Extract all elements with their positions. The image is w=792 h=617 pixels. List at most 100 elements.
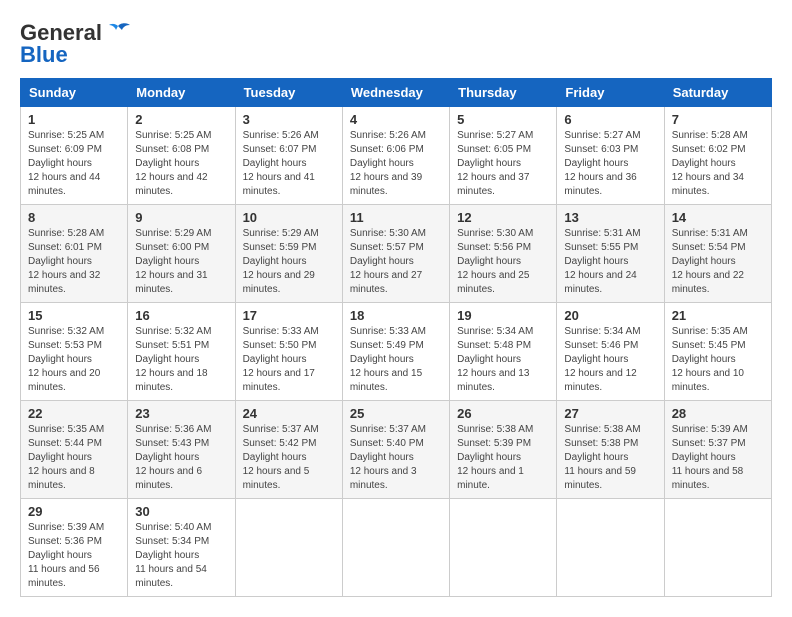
- logo-blue: Blue: [20, 42, 68, 68]
- day-number: 11: [350, 210, 442, 225]
- day-number: 3: [243, 112, 335, 127]
- day-info: Sunrise: 5:37 AMSunset: 5:40 PMDaylight …: [350, 423, 442, 493]
- calendar-cell: 15 Sunrise: 5:32 AMSunset: 5:53 PMDayligh…: [21, 303, 128, 401]
- col-header-friday: Friday: [557, 79, 664, 107]
- day-number: 14: [672, 210, 764, 225]
- day-number: 19: [457, 308, 549, 323]
- day-info: Sunrise: 5:27 AMSunset: 6:03 PMDaylight …: [564, 129, 656, 199]
- day-info: Sunrise: 5:36 AMSunset: 5:43 PMDaylight …: [135, 423, 227, 493]
- calendar-cell: 19 Sunrise: 5:34 AMSunset: 5:48 PMDayligh…: [450, 303, 557, 401]
- day-info: Sunrise: 5:28 AMSunset: 6:02 PMDaylight …: [672, 129, 764, 199]
- calendar-cell: 28 Sunrise: 5:39 AMSunset: 5:37 PMDayligh…: [664, 401, 771, 499]
- calendar-cell: 18 Sunrise: 5:33 AMSunset: 5:49 PMDayligh…: [342, 303, 449, 401]
- day-info: Sunrise: 5:38 AMSunset: 5:38 PMDaylight …: [564, 423, 656, 493]
- logo-bird-icon: [104, 22, 132, 44]
- day-number: 30: [135, 504, 227, 519]
- day-number: 15: [28, 308, 120, 323]
- calendar-cell: 25 Sunrise: 5:37 AMSunset: 5:40 PMDayligh…: [342, 401, 449, 499]
- day-number: 23: [135, 406, 227, 421]
- day-info: Sunrise: 5:27 AMSunset: 6:05 PMDaylight …: [457, 129, 549, 199]
- day-number: 8: [28, 210, 120, 225]
- week-row-3: 15 Sunrise: 5:32 AMSunset: 5:53 PMDayligh…: [21, 303, 772, 401]
- calendar-cell: 11 Sunrise: 5:30 AMSunset: 5:57 PMDayligh…: [342, 205, 449, 303]
- calendar-cell: 5 Sunrise: 5:27 AMSunset: 6:05 PMDaylight…: [450, 107, 557, 205]
- day-number: 28: [672, 406, 764, 421]
- calendar-cell: 30Sunrise: 5:40 AMSunset: 5:34 PMDayligh…: [128, 499, 235, 597]
- day-number: 13: [564, 210, 656, 225]
- day-info: Sunrise: 5:26 AMSunset: 6:07 PMDaylight …: [243, 129, 335, 199]
- col-header-sunday: Sunday: [21, 79, 128, 107]
- week-row-4: 22 Sunrise: 5:35 AMSunset: 5:44 PMDayligh…: [21, 401, 772, 499]
- day-info: Sunrise: 5:34 AMSunset: 5:46 PMDaylight …: [564, 325, 656, 395]
- day-info: Sunrise: 5:32 AMSunset: 5:51 PMDaylight …: [135, 325, 227, 395]
- calendar-cell: 12Sunrise: 5:30 AMSunset: 5:56 PMDayligh…: [450, 205, 557, 303]
- calendar-cell: [235, 499, 342, 597]
- col-header-monday: Monday: [128, 79, 235, 107]
- week-row-5: 29 Sunrise: 5:39 AMSunset: 5:36 PMDayligh…: [21, 499, 772, 597]
- day-number: 7: [672, 112, 764, 127]
- day-number: 5: [457, 112, 549, 127]
- day-info: Sunrise: 5:31 AMSunset: 5:55 PMDaylight …: [564, 227, 656, 297]
- calendar-cell: 20 Sunrise: 5:34 AMSunset: 5:46 PMDayligh…: [557, 303, 664, 401]
- calendar-table: SundayMondayTuesdayWednesdayThursdayFrid…: [20, 78, 772, 597]
- calendar-body: 1 Sunrise: 5:25 AMSunset: 6:09 PMDaylight…: [21, 107, 772, 597]
- day-number: 17: [243, 308, 335, 323]
- calendar-cell: 8 Sunrise: 5:28 AMSunset: 6:01 PMDaylight…: [21, 205, 128, 303]
- day-info: Sunrise: 5:38 AMSunset: 5:39 PMDaylight …: [457, 423, 549, 493]
- day-info: Sunrise: 5:34 AMSunset: 5:48 PMDaylight …: [457, 325, 549, 395]
- week-row-2: 8 Sunrise: 5:28 AMSunset: 6:01 PMDaylight…: [21, 205, 772, 303]
- calendar-cell: [664, 499, 771, 597]
- page-header: General Blue: [20, 20, 772, 68]
- calendar-cell: [342, 499, 449, 597]
- day-number: 6: [564, 112, 656, 127]
- day-info: Sunrise: 5:35 AMSunset: 5:44 PMDaylight …: [28, 423, 120, 493]
- calendar-cell: 16 Sunrise: 5:32 AMSunset: 5:51 PMDayligh…: [128, 303, 235, 401]
- day-info: Sunrise: 5:25 AMSunset: 6:09 PMDaylight …: [28, 129, 120, 199]
- calendar-header-row: SundayMondayTuesdayWednesdayThursdayFrid…: [21, 79, 772, 107]
- calendar-cell: 10Sunrise: 5:29 AMSunset: 5:59 PMDayligh…: [235, 205, 342, 303]
- day-number: 18: [350, 308, 442, 323]
- day-number: 4: [350, 112, 442, 127]
- calendar-cell: 23 Sunrise: 5:36 AMSunset: 5:43 PMDayligh…: [128, 401, 235, 499]
- day-info: Sunrise: 5:29 AMSunset: 6:00 PMDaylight …: [135, 227, 227, 297]
- day-info: Sunrise: 5:30 AMSunset: 5:57 PMDaylight …: [350, 227, 442, 297]
- calendar-cell: 4Sunrise: 5:26 AMSunset: 6:06 PMDaylight…: [342, 107, 449, 205]
- day-info: Sunrise: 5:33 AMSunset: 5:50 PMDaylight …: [243, 325, 335, 395]
- calendar-cell: 26 Sunrise: 5:38 AMSunset: 5:39 PMDayligh…: [450, 401, 557, 499]
- day-number: 2: [135, 112, 227, 127]
- day-number: 16: [135, 308, 227, 323]
- day-number: 12: [457, 210, 549, 225]
- day-number: 9: [135, 210, 227, 225]
- col-header-saturday: Saturday: [664, 79, 771, 107]
- day-number: 25: [350, 406, 442, 421]
- calendar-cell: 13 Sunrise: 5:31 AMSunset: 5:55 PMDayligh…: [557, 205, 664, 303]
- day-number: 24: [243, 406, 335, 421]
- week-row-1: 1 Sunrise: 5:25 AMSunset: 6:09 PMDaylight…: [21, 107, 772, 205]
- day-number: 22: [28, 406, 120, 421]
- calendar-cell: 17 Sunrise: 5:33 AMSunset: 5:50 PMDayligh…: [235, 303, 342, 401]
- calendar-cell: 7 Sunrise: 5:28 AMSunset: 6:02 PMDaylight…: [664, 107, 771, 205]
- calendar-cell: 21Sunrise: 5:35 AMSunset: 5:45 PMDayligh…: [664, 303, 771, 401]
- day-info: Sunrise: 5:32 AMSunset: 5:53 PMDaylight …: [28, 325, 120, 395]
- day-info: Sunrise: 5:39 AMSunset: 5:36 PMDaylight …: [28, 521, 120, 591]
- day-info: Sunrise: 5:39 AMSunset: 5:37 PMDaylight …: [672, 423, 764, 493]
- day-number: 29: [28, 504, 120, 519]
- day-info: Sunrise: 5:29 AMSunset: 5:59 PMDaylight …: [243, 227, 335, 297]
- day-number: 1: [28, 112, 120, 127]
- col-header-thursday: Thursday: [450, 79, 557, 107]
- calendar-cell: 2Sunrise: 5:25 AMSunset: 6:08 PMDaylight…: [128, 107, 235, 205]
- calendar-cell: [557, 499, 664, 597]
- day-info: Sunrise: 5:31 AMSunset: 5:54 PMDaylight …: [672, 227, 764, 297]
- calendar-cell: 6 Sunrise: 5:27 AMSunset: 6:03 PMDaylight…: [557, 107, 664, 205]
- day-number: 26: [457, 406, 549, 421]
- day-number: 21: [672, 308, 764, 323]
- day-number: 20: [564, 308, 656, 323]
- calendar-cell: 27 Sunrise: 5:38 AMSunset: 5:38 PMDayligh…: [557, 401, 664, 499]
- day-number: 27: [564, 406, 656, 421]
- calendar-cell: 1 Sunrise: 5:25 AMSunset: 6:09 PMDaylight…: [21, 107, 128, 205]
- calendar-cell: 9 Sunrise: 5:29 AMSunset: 6:00 PMDaylight…: [128, 205, 235, 303]
- day-info: Sunrise: 5:33 AMSunset: 5:49 PMDaylight …: [350, 325, 442, 395]
- calendar-cell: 24Sunrise: 5:37 AMSunset: 5:42 PMDayligh…: [235, 401, 342, 499]
- day-info: Sunrise: 5:28 AMSunset: 6:01 PMDaylight …: [28, 227, 120, 297]
- col-header-tuesday: Tuesday: [235, 79, 342, 107]
